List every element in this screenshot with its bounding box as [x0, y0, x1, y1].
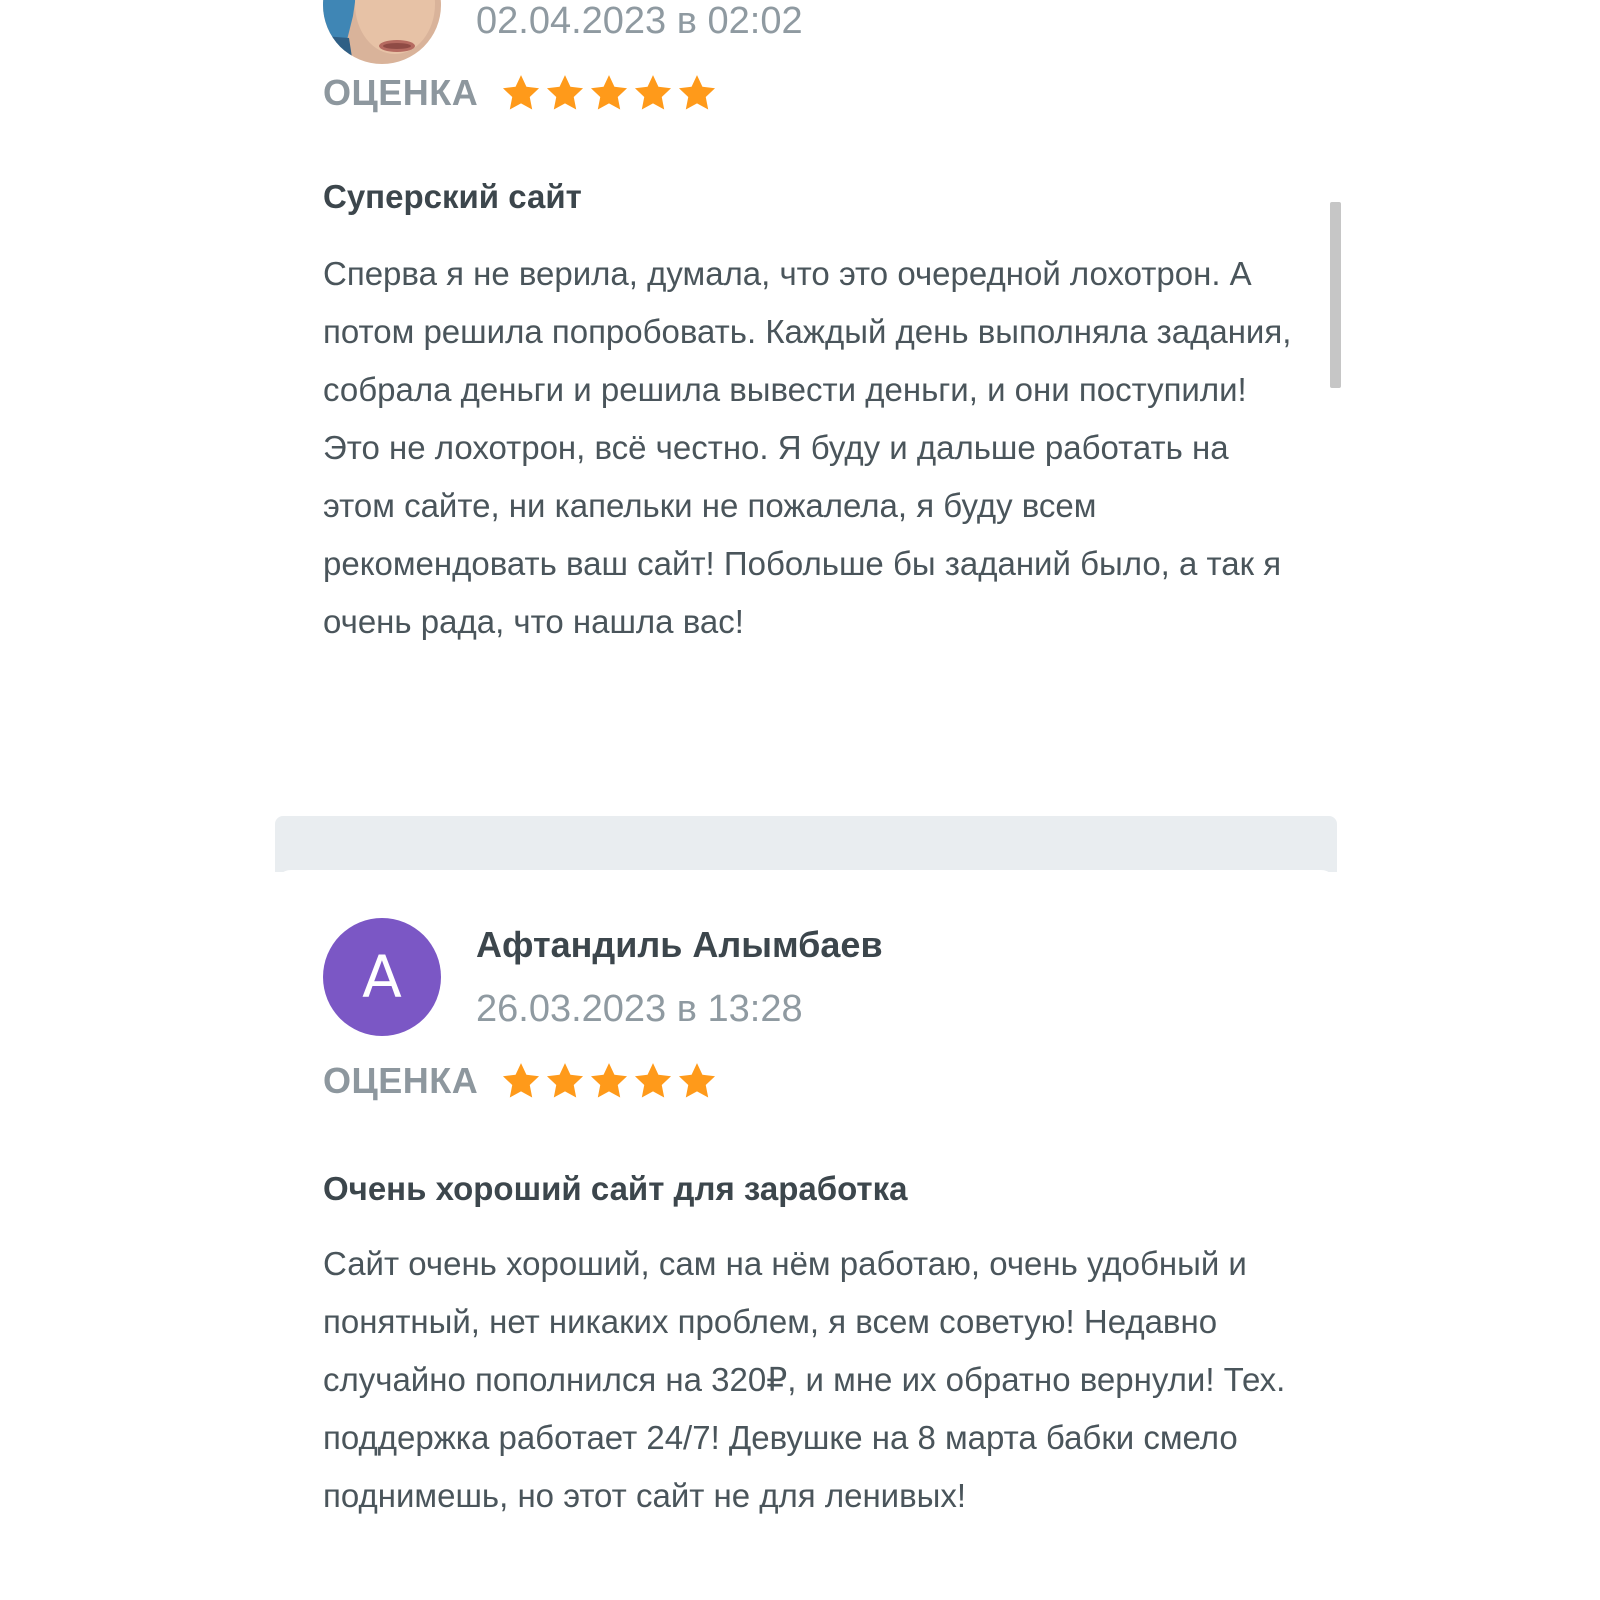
author-name: Афтандиль Алымбаев — [476, 924, 883, 965]
rating-row: ОЦЕНКА — [323, 1060, 718, 1102]
star-icon — [591, 75, 628, 110]
star-icon — [547, 1063, 584, 1098]
avatar-photo — [323, 0, 441, 64]
review-date: 26.03.2023 в 13:28 — [476, 988, 803, 1030]
scrollbar[interactable] — [1330, 202, 1341, 388]
star-rating — [500, 1060, 718, 1102]
star-icon — [503, 75, 540, 110]
rating-row: ОЦЕНКА — [323, 72, 718, 114]
rating-label: ОЦЕНКА — [323, 1060, 479, 1101]
review-title: Суперский сайт — [323, 178, 582, 215]
review-card: 02.04.2023 в 02:02 ОЦЕНКА Суперский сайт… — [275, 0, 1337, 810]
star-icon — [679, 75, 716, 110]
review-title: Очень хороший сайт для заработка — [323, 1170, 908, 1207]
review-separator — [275, 816, 1337, 872]
review-card: А Афтандиль Алымбаев 26.03.2023 в 13:28 … — [275, 870, 1337, 1600]
avatar-letter: А — [362, 943, 402, 1011]
star-icon — [635, 1063, 672, 1098]
star-icon — [679, 1063, 716, 1098]
star-icon — [635, 75, 672, 110]
review-text: Сайт очень хороший, сам на нём работаю, … — [323, 1245, 1286, 1514]
avatar — [323, 0, 441, 64]
rating-label: ОЦЕНКА — [323, 72, 479, 113]
star-icon — [547, 75, 584, 110]
star-rating — [500, 72, 718, 114]
star-icon — [503, 1063, 540, 1098]
review-date: 02.04.2023 в 02:02 — [476, 0, 803, 42]
review-text: Сперва я не верила, думала, что это очер… — [323, 255, 1292, 640]
avatar: А — [323, 918, 441, 1036]
star-icon — [591, 1063, 628, 1098]
reviews-page: 02.04.2023 в 02:02 ОЦЕНКА Суперский сайт… — [0, 0, 1600, 1600]
